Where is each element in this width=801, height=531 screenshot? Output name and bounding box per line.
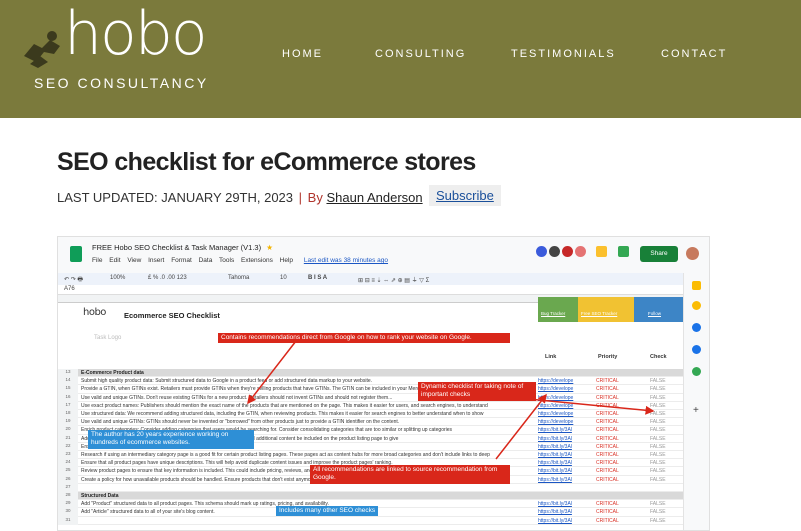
logo-text: hobo — [64, 0, 208, 69]
logo-subtitle: SEO CONSULTANCY — [34, 75, 209, 91]
callout-dynamic: Dynamic checklist for taking note of imp… — [418, 382, 536, 401]
callout-linked: All recommendations are linked to source… — [310, 465, 510, 484]
post-meta: LAST UPDATED: JANUARY 29TH, 2023 | By Sh… — [57, 190, 434, 205]
author-link[interactable]: Shaun Anderson — [326, 190, 422, 205]
meta-separator: | — [298, 190, 303, 205]
nav-contact[interactable]: CONTACT — [661, 48, 727, 60]
spreadsheet-screenshot: FREE Hobo SEO Checklist & Task Manager (… — [57, 236, 710, 531]
callout-google: Contains recommendations direct from Goo… — [218, 333, 510, 344]
nav-testimonials[interactable]: TESTIMONIALS — [511, 48, 616, 60]
nav-home[interactable]: HOME — [282, 48, 323, 60]
site-logo[interactable]: hobo SEO CONSULTANCY — [18, 4, 208, 106]
site-header: hobo SEO CONSULTANCY HOME CONSULTING TES… — [0, 0, 801, 118]
annotation-arrows — [247, 340, 655, 460]
callout-experience: The author has 20 years experience worki… — [88, 430, 254, 449]
logo-figure-icon — [24, 31, 60, 68]
by-label: By — [307, 190, 323, 205]
subscribe-button[interactable]: Subscribe — [429, 185, 501, 206]
callout-more: Includes many other SEO checks — [276, 506, 379, 517]
page-title: SEO checklist for eCommerce stores — [57, 148, 476, 176]
last-updated: LAST UPDATED: JANUARY 29TH, 2023 — [57, 190, 294, 205]
nav-consulting[interactable]: CONSULTING — [375, 48, 466, 60]
